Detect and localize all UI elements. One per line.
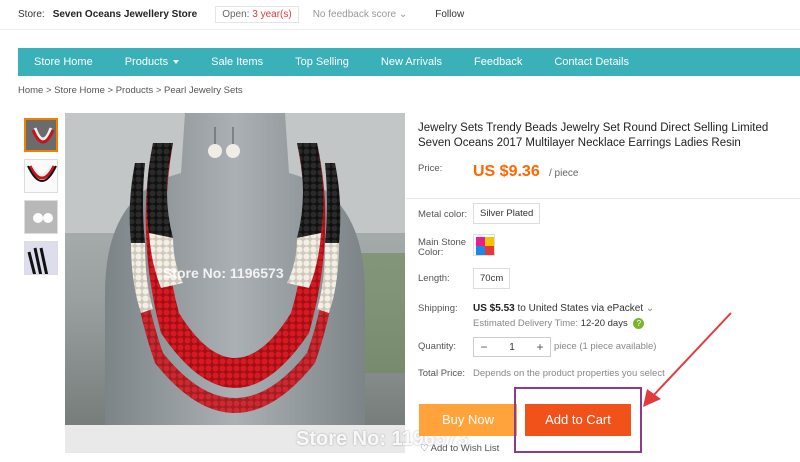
heart-icon: ♡ [420, 443, 429, 454]
price-unit: / piece [549, 168, 579, 179]
thumbnail-1[interactable] [24, 118, 58, 152]
store-open-badge: Open: 3 year(s) [215, 6, 299, 23]
necklace-thumb-image [25, 160, 57, 192]
breadcrumb: Home > Store Home > Products > Pearl Jew… [18, 85, 243, 96]
necklace-image [65, 113, 405, 453]
follow-button[interactable]: Follow [435, 9, 464, 20]
length-label: Length: [418, 273, 450, 284]
product-title: Jewelry Sets Trendy Beads Jewelry Set Ro… [418, 122, 769, 149]
multicolor-swatch-icon [476, 237, 494, 255]
shipping-label: Shipping: [418, 303, 458, 314]
image-watermark: Store No: 1196573 [163, 265, 284, 281]
nav-item-top-selling[interactable]: Top Selling [279, 56, 365, 68]
product-main-image[interactable]: Store No: 1196573 [65, 113, 405, 453]
divider [406, 198, 800, 199]
delivery-time: Estimated Delivery Time: 12-20 days ? [473, 318, 645, 330]
store-label: Store: [18, 9, 45, 20]
store-nav: Store Home Products Sale Items Top Selli… [18, 48, 800, 76]
delivery-label: Estimated Delivery Time: [473, 318, 579, 330]
necklace-thumb-image [25, 242, 57, 274]
breadcrumb-home[interactable]: Home [18, 85, 43, 96]
metal-color-label: Metal color: [418, 209, 468, 220]
product-info-panel: Jewelry Sets Trendy Beads Jewelry Set Ro… [406, 113, 800, 462]
necklace-thumb-image [26, 120, 56, 150]
thumbnail-2[interactable] [24, 159, 58, 193]
nav-item-sale-items[interactable]: Sale Items [195, 56, 279, 68]
breadcrumb-pearl-jewelry-sets[interactable]: Pearl Jewelry Sets [164, 85, 243, 96]
total-price-label: Total Price: [418, 368, 465, 379]
thumbnail-list [24, 118, 60, 282]
thumbnail-3[interactable] [24, 200, 58, 234]
breadcrumb-store-home[interactable]: Store Home [54, 85, 105, 96]
add-to-wishlist-link[interactable]: ♡ Add to Wish List [420, 443, 499, 454]
buy-now-button[interactable]: Buy Now [419, 404, 517, 436]
earrings-thumb-image [25, 201, 57, 233]
store-bar: Store: Seven Oceans Jewellery Store Open… [0, 0, 800, 30]
annotation-arrow-icon [643, 312, 732, 407]
wishlist-label: Add to Wish List [430, 443, 500, 454]
store-name-link[interactable]: Seven Oceans Jewellery Store [53, 9, 198, 20]
chevron-down-icon: ⌄ [398, 9, 408, 20]
stone-color-swatch[interactable] [473, 234, 495, 256]
quantity-label: Quantity: [418, 341, 457, 352]
quantity-input[interactable]: 1 [494, 342, 530, 353]
nav-item-contact-details[interactable]: Contact Details [538, 56, 645, 68]
feedback-score-dropdown[interactable]: No feedback score ⌄ [313, 9, 408, 20]
minus-icon[interactable]: − [474, 340, 494, 354]
nav-item-products-label: Products [124, 56, 169, 68]
quantity-stepper: − 1 + [473, 337, 551, 357]
feedback-score-text: No feedback score [312, 9, 397, 20]
nav-item-feedback[interactable]: Feedback [458, 56, 538, 68]
main-stone-color-label: Main Stone Color: [418, 237, 467, 258]
open-years: 3 year(s) [252, 9, 292, 20]
plus-icon[interactable]: + [530, 340, 550, 354]
length-option[interactable]: 70cm [473, 268, 511, 289]
nav-item-products[interactable]: Products [109, 56, 195, 68]
metal-color-option[interactable]: Silver Plated [473, 203, 541, 224]
shipping-cost: US $5.53 [473, 303, 515, 314]
price-label: Price: [418, 163, 443, 174]
thumbnail-4[interactable] [24, 241, 58, 275]
caret-down-icon [173, 60, 180, 65]
nav-item-store-home[interactable]: Store Home [18, 56, 109, 68]
open-prefix: Open: [222, 9, 250, 20]
breadcrumb-products[interactable]: Products [116, 85, 154, 96]
product-price: US $9.36 [473, 163, 540, 180]
nav-item-new-arrivals[interactable]: New Arrivals [365, 56, 458, 68]
